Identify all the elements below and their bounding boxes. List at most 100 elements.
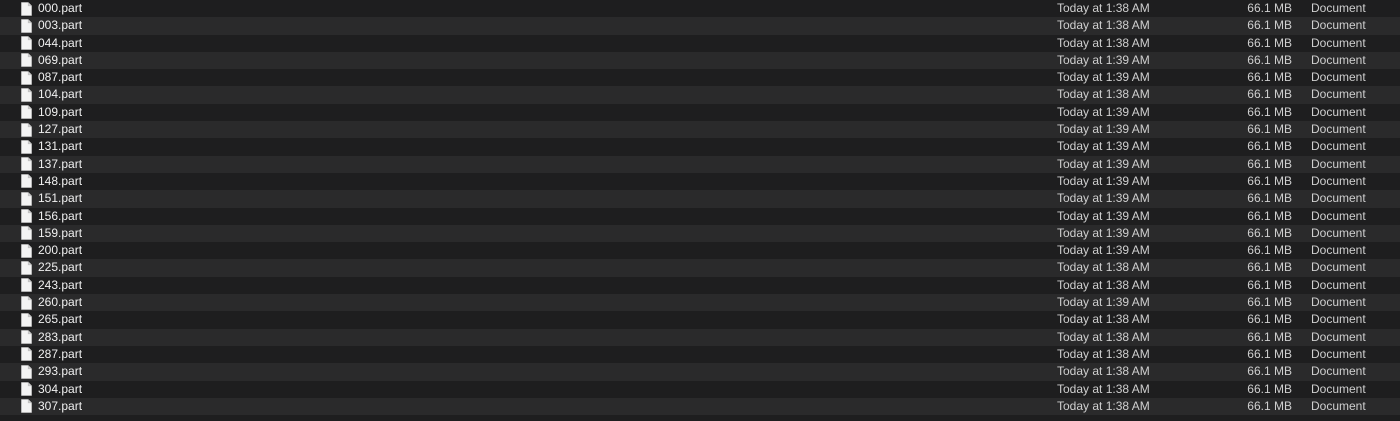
file-kind: Document [1311, 295, 1366, 310]
file-row-087-part[interactable]: 087.part Today at 1:39 AM 66.1 MB Docume… [0, 69, 1400, 87]
file-row-283-part[interactable]: 283.part Today at 1:38 AM 66.1 MB Docume… [0, 328, 1400, 346]
file-size: 66.1 MB [1247, 156, 1292, 171]
file-name: 104.part [38, 87, 83, 102]
file-kind: Document [1311, 277, 1366, 292]
file-row-003-part[interactable]: 003.part Today at 1:38 AM 66.1 MB Docume… [0, 17, 1400, 35]
file-name: 283.part [38, 329, 83, 344]
file-row-044-part[interactable]: 044.part Today at 1:38 AM 66.1 MB Docume… [0, 34, 1400, 52]
file-row-137-part[interactable]: 137.part Today at 1:39 AM 66.1 MB Docume… [0, 155, 1400, 173]
file-date-modified: Today at 1:38 AM [1057, 381, 1150, 396]
file-row-200-part[interactable]: 200.part Today at 1:39 AM 66.1 MB Docume… [0, 242, 1400, 260]
file-name: 156.part [38, 208, 83, 223]
document-icon [21, 243, 32, 258]
file-date-modified: Today at 1:38 AM [1057, 364, 1150, 379]
file-size: 66.1 MB [1247, 295, 1292, 310]
document-icon [21, 88, 32, 102]
document-icon [21, 295, 32, 310]
file-date-modified: Today at 1:39 AM [1057, 208, 1150, 223]
file-date-modified: Today at 1:39 AM [1057, 139, 1150, 154]
file-date-modified: Today at 1:38 AM [1057, 277, 1150, 292]
file-name: 109.part [38, 104, 83, 119]
file-name: 000.part [38, 1, 83, 15]
file-name: 131.part [38, 139, 83, 154]
document-icon [21, 70, 32, 85]
file-name: 293.part [38, 364, 83, 379]
file-size: 66.1 MB [1247, 208, 1292, 223]
file-date-modified: Today at 1:38 AM [1057, 1, 1150, 15]
file-kind: Document [1311, 35, 1366, 50]
file-kind: Document [1311, 173, 1366, 188]
file-name: 159.part [38, 225, 83, 240]
document-icon [21, 399, 32, 414]
file-kind: Document [1311, 208, 1366, 223]
file-row-287-part[interactable]: 287.part Today at 1:38 AM 66.1 MB Docume… [0, 345, 1400, 364]
file-row-131-part[interactable]: 131.part Today at 1:39 AM 66.1 MB Docume… [0, 138, 1400, 156]
document-icon [21, 53, 32, 68]
file-size: 66.1 MB [1247, 225, 1292, 240]
file-kind: Document [1311, 243, 1366, 258]
file-row-225-part[interactable]: 225.part Today at 1:38 AM 66.1 MB Docume… [0, 259, 1400, 277]
file-kind: Document [1311, 346, 1366, 361]
file-row-109-part[interactable]: 109.part Today at 1:39 AM 66.1 MB Docume… [0, 103, 1400, 122]
file-size: 66.1 MB [1247, 122, 1292, 137]
document-icon [21, 330, 32, 344]
file-name: 243.part [38, 277, 83, 292]
file-kind: Document [1311, 87, 1366, 102]
file-row-243-part[interactable]: 243.part Today at 1:38 AM 66.1 MB Docume… [0, 276, 1400, 295]
file-size: 66.1 MB [1247, 139, 1292, 154]
file-row-293-part[interactable]: 293.part Today at 1:38 AM 66.1 MB Docume… [0, 363, 1400, 381]
file-row-304-part[interactable]: 304.part Today at 1:38 AM 66.1 MB Docume… [0, 380, 1400, 398]
file-size: 66.1 MB [1247, 312, 1292, 327]
file-row-159-part[interactable]: 159.part Today at 1:39 AM 66.1 MB Docume… [0, 224, 1400, 243]
file-row-104-part[interactable]: 104.part Today at 1:38 AM 66.1 MB Docume… [0, 86, 1400, 104]
file-size: 66.1 MB [1247, 70, 1292, 85]
file-size: 66.1 MB [1247, 35, 1292, 50]
file-name: 260.part [38, 295, 83, 310]
document-icon [21, 209, 32, 223]
file-row-000-part[interactable]: 000.part Today at 1:38 AM 66.1 MB Docume… [0, 0, 1400, 18]
file-kind: Document [1311, 312, 1366, 327]
file-name: 069.part [38, 52, 83, 67]
document-icon [21, 364, 32, 379]
file-name: 044.part [38, 35, 83, 50]
file-size: 66.1 MB [1247, 173, 1292, 188]
file-row-260-part[interactable]: 260.part Today at 1:39 AM 66.1 MB Docume… [0, 294, 1400, 312]
document-icon [21, 261, 32, 275]
file-date-modified: Today at 1:39 AM [1057, 225, 1150, 240]
file-row-127-part[interactable]: 127.part Today at 1:39 AM 66.1 MB Docume… [0, 121, 1400, 139]
document-icon [21, 226, 32, 241]
document-icon [21, 122, 32, 137]
file-date-modified: Today at 1:38 AM [1057, 260, 1150, 275]
file-kind: Document [1311, 18, 1366, 33]
file-row-069-part[interactable]: 069.part Today at 1:39 AM 66.1 MB Docume… [0, 51, 1400, 70]
file-name: 151.part [38, 191, 83, 206]
document-icon [21, 174, 32, 189]
file-size: 66.1 MB [1247, 329, 1292, 344]
file-kind: Document [1311, 191, 1366, 206]
file-size: 66.1 MB [1247, 52, 1292, 67]
file-row-265-part[interactable]: 265.part Today at 1:38 AM 66.1 MB Docume… [0, 311, 1400, 329]
file-date-modified: Today at 1:38 AM [1057, 87, 1150, 102]
file-row-307-part[interactable]: 307.part Today at 1:38 AM 66.1 MB Docume… [0, 397, 1400, 416]
file-date-modified: Today at 1:38 AM [1057, 35, 1150, 50]
file-size: 66.1 MB [1247, 18, 1292, 33]
file-size: 66.1 MB [1247, 277, 1292, 292]
file-date-modified: Today at 1:39 AM [1057, 122, 1150, 137]
file-kind: Document [1311, 52, 1366, 67]
document-icon [21, 140, 32, 154]
file-kind: Document [1311, 364, 1366, 379]
file-name: 265.part [38, 312, 83, 327]
file-row-148-part[interactable]: 148.part Today at 1:39 AM 66.1 MB Docume… [0, 172, 1400, 191]
file-kind: Document [1311, 260, 1366, 275]
file-row-151-part[interactable]: 151.part Today at 1:39 AM 66.1 MB Docume… [0, 190, 1400, 208]
file-date-modified: Today at 1:39 AM [1057, 191, 1150, 206]
file-row-156-part[interactable]: 156.part Today at 1:39 AM 66.1 MB Docume… [0, 207, 1400, 225]
file-date-modified: Today at 1:38 AM [1057, 398, 1150, 413]
file-size: 66.1 MB [1247, 87, 1292, 102]
file-name: 225.part [38, 260, 83, 275]
document-icon [21, 157, 32, 171]
file-size: 66.1 MB [1247, 191, 1292, 206]
file-kind: Document [1311, 329, 1366, 344]
file-name: 127.part [38, 122, 83, 137]
file-name: 087.part [38, 70, 83, 85]
